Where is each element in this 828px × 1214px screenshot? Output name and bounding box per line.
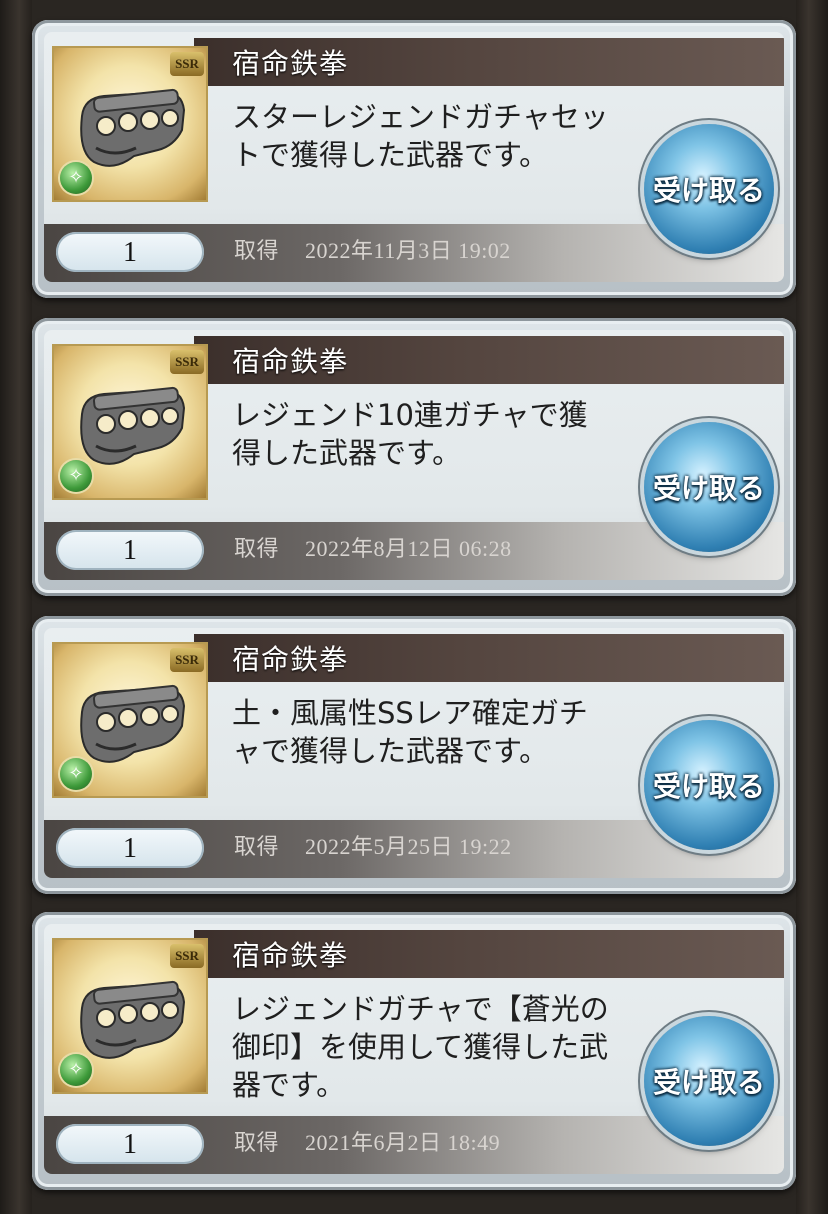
acquired-date: 2021年6月2日 18:49 [305,1130,501,1155]
acquired-date: 2022年11月3日 19:02 [305,238,511,263]
acquired-date: 2022年8月12日 06:28 [305,536,512,561]
acquired-info: 取得 2022年5月25日 19:22 [234,829,512,861]
gift-list[interactable]: SSR ✧ 宿命鉄拳 スターレジェンドガチャセットで獲得した武器です。 1 取得… [0,0,828,1214]
weapon-thumbnail: SSR ✧ [52,46,208,202]
brass-knuckles-icon [80,386,186,465]
receive-button[interactable]: 受け取る [644,1016,774,1146]
item-name: 宿命鉄拳 [232,47,349,80]
gift-card-body: SSR ✧ 宿命鉄拳 土・風属性SSレア確定ガチャで獲得した武器です。 1 取得… [44,628,784,878]
weapon-thumbnail: SSR ✧ [52,642,208,798]
quantity-field[interactable]: 1 [56,1124,204,1164]
gift-card: SSR ✧ 宿命鉄拳 レジェンドガチャで【蒼光の御印】を使用して獲得した武器です… [32,912,796,1190]
gift-card-body: SSR ✧ 宿命鉄拳 レジェンド10連ガチャで獲得した武器です。 1 取得 202… [44,330,784,580]
item-name: 宿命鉄拳 [232,345,349,378]
acquired-date: 2022年5月25日 19:22 [305,834,512,859]
quantity-field[interactable]: 1 [56,232,204,272]
weapon-thumbnail: SSR ✧ [52,344,208,500]
acquired-info: 取得 2021年6月2日 18:49 [234,1125,500,1157]
acquired-label: 取得 [234,238,280,263]
acquired-info: 取得 2022年11月3日 19:02 [234,233,511,265]
gift-card: SSR ✧ 宿命鉄拳 土・風属性SSレア確定ガチャで獲得した武器です。 1 取得… [32,616,796,894]
item-description: 土・風属性SSレア確定ガチャで獲得した武器です。 [232,696,588,768]
acquired-info: 取得 2022年8月12日 06:28 [234,531,512,563]
wind-element-icon: ✧ [60,1054,92,1086]
gift-card: SSR ✧ 宿命鉄拳 スターレジェンドガチャセットで獲得した武器です。 1 取得… [32,20,796,298]
item-name: 宿命鉄拳 [232,939,349,972]
item-description: レジェンド10連ガチャで獲得した武器です。 [232,398,588,470]
item-name: 宿命鉄拳 [232,643,349,676]
gift-card-body: SSR ✧ 宿命鉄拳 レジェンドガチャで【蒼光の御印】を使用して獲得した武器です… [44,924,784,1174]
item-description: レジェンドガチャで【蒼光の御印】を使用して獲得した武器です。 [232,992,609,1102]
quantity-field[interactable]: 1 [56,828,204,868]
brass-knuckles-icon [80,88,186,167]
rarity-badge: SSR [170,944,204,968]
rarity-badge: SSR [170,350,204,374]
wind-element-icon: ✧ [60,162,92,194]
receive-button[interactable]: 受け取る [644,124,774,254]
brass-knuckles-icon [80,684,186,763]
receive-button[interactable]: 受け取る [644,422,774,552]
gift-card: SSR ✧ 宿命鉄拳 レジェンド10連ガチャで獲得した武器です。 1 取得 202… [32,318,796,596]
rarity-badge: SSR [170,648,204,672]
item-description: スターレジェンドガチャセットで獲得した武器です。 [232,100,609,172]
wind-element-icon: ✧ [60,758,92,790]
gift-card-body: SSR ✧ 宿命鉄拳 スターレジェンドガチャセットで獲得した武器です。 1 取得… [44,32,784,282]
quantity-field[interactable]: 1 [56,530,204,570]
weapon-thumbnail: SSR ✧ [52,938,208,1094]
rarity-badge: SSR [170,52,204,76]
acquired-label: 取得 [234,1130,280,1155]
receive-button[interactable]: 受け取る [644,720,774,850]
acquired-label: 取得 [234,536,280,561]
acquired-label: 取得 [234,834,280,859]
wind-element-icon: ✧ [60,460,92,492]
brass-knuckles-icon [80,980,186,1059]
